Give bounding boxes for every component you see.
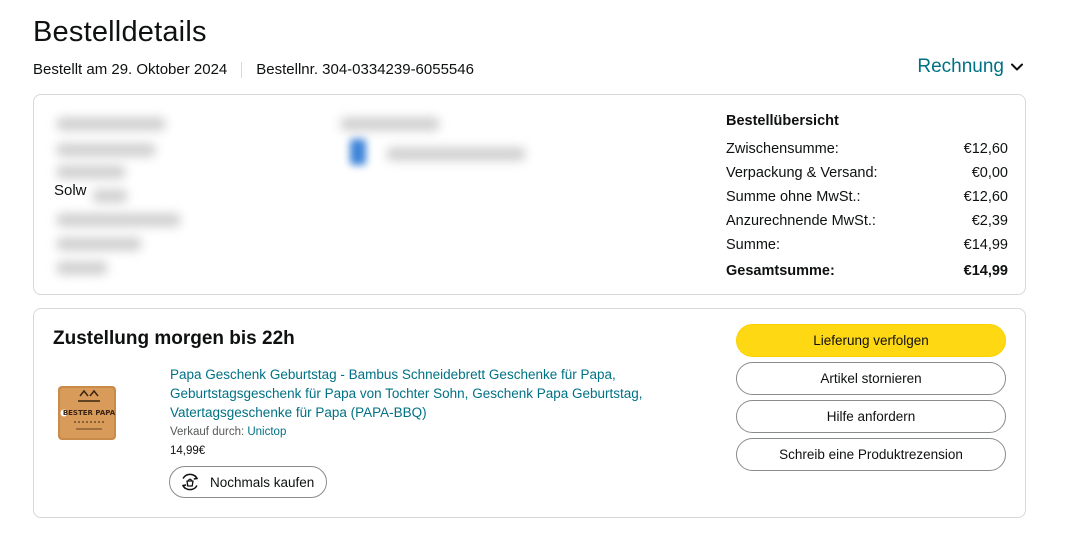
product-image-text: BESTER PAPA: [63, 409, 116, 417]
seller-link[interactable]: Unictop: [247, 426, 286, 438]
buy-again-icon: [182, 473, 198, 491]
order-details-page: Bestelldetails Bestellt am 29. Oktober 2…: [0, 0, 1080, 546]
product-thumbnail[interactable]: BESTER PAPA: [56, 382, 120, 444]
order-summary-card: Solw Bestellübersicht Zwischensumme: €12…: [33, 94, 1026, 295]
address-fragment: Solw: [54, 182, 87, 199]
order-overview: Bestellübersicht Zwischensumme: €12,60 V…: [726, 113, 1008, 283]
overview-total-row: Gesamtsumme: €14,99: [726, 259, 1008, 283]
write-review-button[interactable]: Schreib eine Produktrezension: [736, 438, 1006, 471]
redacted-line: [92, 189, 128, 203]
overview-row: Verpackung & Versand: €0,00: [726, 161, 1008, 185]
order-actions: Lieferung verfolgen Artikel stornieren H…: [736, 324, 1006, 476]
track-delivery-button[interactable]: Lieferung verfolgen: [736, 324, 1006, 357]
order-date: Bestellt am 29. Oktober 2024: [33, 61, 228, 78]
overview-label: Summe ohne MwSt.:: [726, 189, 861, 205]
redacted-line: [56, 261, 108, 275]
overview-label: Zwischensumme:: [726, 141, 839, 157]
redacted-line: [56, 143, 156, 157]
redacted-card-icon: [350, 139, 366, 165]
order-number: Bestellnr. 304-0334239-6055546: [256, 61, 474, 78]
page-title: Bestelldetails: [33, 16, 207, 48]
overview-value: €2,39: [971, 213, 1008, 229]
cancel-item-button[interactable]: Artikel stornieren: [736, 362, 1006, 395]
total-label: Gesamtsumme:: [726, 263, 835, 279]
meta-divider: [241, 61, 243, 78]
sold-by-label: Verkauf durch:: [170, 426, 245, 438]
get-help-button[interactable]: Hilfe anfordern: [736, 400, 1006, 433]
overview-row: Summe: €14,99: [726, 233, 1008, 257]
redacted-line: [56, 237, 142, 251]
redacted-address-area: [52, 109, 652, 289]
seller-info: Verkauf durch: Unictop: [170, 426, 286, 438]
overview-value: €12,60: [963, 141, 1008, 157]
overview-row: Anzurechnende MwSt.: €2,39: [726, 209, 1008, 233]
overview-label: Verpackung & Versand:: [726, 165, 878, 181]
chevron-down-icon: [1011, 63, 1023, 71]
redacted-line: [340, 117, 440, 131]
redacted-line: [56, 213, 181, 227]
order-meta: Bestellt am 29. Oktober 2024 Bestellnr. …: [33, 61, 474, 78]
redacted-line: [386, 147, 526, 161]
invoice-dropdown[interactable]: Rechnung: [917, 56, 1024, 78]
buy-again-label: Nochmals kaufen: [210, 474, 315, 490]
overview-row: Summe ohne MwSt.: €12,60: [726, 185, 1008, 209]
redacted-line: [56, 165, 126, 179]
overview-value: €0,00: [971, 165, 1008, 181]
overview-label: Summe:: [726, 237, 780, 253]
product-title-link[interactable]: Papa Geschenk Geburtstag - Bambus Schnei…: [170, 365, 670, 422]
redacted-line: [56, 117, 166, 131]
buy-again-button[interactable]: Nochmals kaufen: [169, 466, 328, 498]
overview-label: Anzurechnende MwSt.:: [726, 213, 876, 229]
delivery-card: Zustellung morgen bis 22h BESTER PAPA Pa…: [33, 308, 1026, 518]
total-value: €14,99: [963, 263, 1008, 279]
overview-title: Bestellübersicht: [726, 113, 839, 129]
product-price: 14,99€: [170, 445, 206, 457]
overview-value: €12,60: [963, 189, 1008, 205]
overview-value: €14,99: [963, 237, 1008, 253]
delivery-status-title: Zustellung morgen bis 22h: [53, 328, 295, 349]
overview-row: Zwischensumme: €12,60: [726, 137, 1008, 161]
invoice-label: Rechnung: [917, 56, 1004, 77]
